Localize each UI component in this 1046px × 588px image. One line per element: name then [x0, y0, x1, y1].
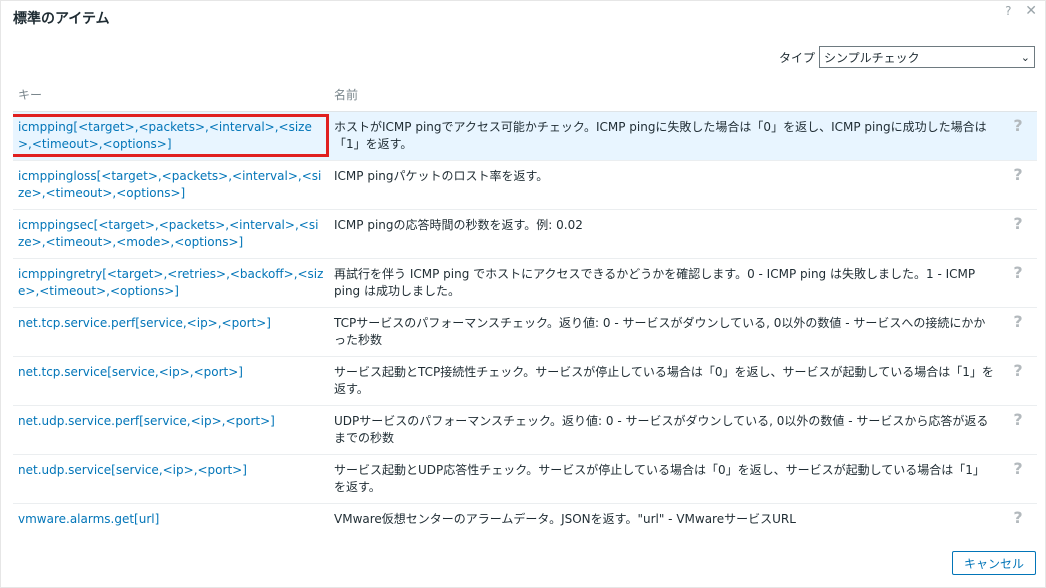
table-row[interactable]: icmppingloss[<target>,<packets>,<interva…	[13, 160, 1037, 210]
table-row[interactable]: net.udp.service[service,<ip>,<port>] サービ…	[13, 454, 1037, 504]
help-icon[interactable]: ?	[999, 111, 1037, 161]
item-key-link[interactable]: vmware.alarms.get[url]	[13, 503, 329, 536]
help-icon[interactable]: ?	[999, 160, 1037, 210]
chevron-down-icon: ⌄	[1020, 50, 1030, 64]
type-select[interactable]: シンプルチェック ⌄	[819, 46, 1035, 68]
item-name: TCPサービスのパフォーマンスチェック。返り値: 0 - サービスがダウンしてい…	[329, 307, 999, 357]
items-table-container[interactable]: キー 名前 icmpping[<target>,<packets>,<inter…	[13, 81, 1037, 536]
item-name: サービス起動とUDP応答性チェック。サービスが停止している場合は「0」を返し、サ…	[329, 454, 999, 504]
table-row[interactable]: icmpping[<target>,<packets>,<interval>,<…	[13, 111, 1037, 161]
item-key-link[interactable]: icmppingloss[<target>,<packets>,<interva…	[13, 160, 329, 210]
table-row[interactable]: net.udp.service.perf[service,<ip>,<port>…	[13, 405, 1037, 455]
item-key-link[interactable]: net.udp.service[service,<ip>,<port>]	[13, 454, 329, 504]
item-name: ICMP pingの応答時間の秒数を返す。例: 0.02	[329, 209, 999, 259]
item-name: ICMP pingパケットのロスト率を返す。	[329, 160, 999, 210]
item-name: VMware仮想センターのアラームデータ。JSONを返す。"url" - VMw…	[329, 503, 999, 536]
table-header-row: キー 名前	[13, 81, 1037, 112]
items-table: キー 名前 icmpping[<target>,<packets>,<inter…	[13, 81, 1037, 536]
table-row[interactable]: vmware.alarms.get[url] VMware仮想センターのアラーム…	[13, 503, 1037, 536]
type-select-value: シンプルチェック	[824, 50, 920, 65]
item-name: UDPサービスのパフォーマンスチェック。返り値: 0 - サービスがダウンしてい…	[329, 405, 999, 455]
item-name: サービス起動とTCP接続性チェック。サービスが停止している場合は「0」を返し、サ…	[329, 356, 999, 406]
help-icon[interactable]: ?	[999, 356, 1037, 406]
column-header-help	[999, 81, 1037, 112]
help-icon[interactable]: ?	[1005, 4, 1011, 18]
item-key-link[interactable]: net.udp.service.perf[service,<ip>,<port>…	[13, 405, 329, 455]
item-key-link[interactable]: net.tcp.service.perf[service,<ip>,<port>…	[13, 307, 329, 357]
item-key-link[interactable]: net.tcp.service[service,<ip>,<port>]	[13, 356, 329, 406]
item-key-text[interactable]: icmpping[<target>,<packets>,<interval>,<…	[18, 120, 312, 151]
table-row[interactable]: net.tcp.service.perf[service,<ip>,<port>…	[13, 307, 1037, 357]
item-key-link[interactable]: icmpping[<target>,<packets>,<interval>,<…	[13, 111, 329, 161]
column-header-name: 名前	[329, 81, 999, 112]
item-key-link[interactable]: icmppingsec[<target>,<packets>,<interval…	[13, 209, 329, 259]
help-icon[interactable]: ?	[999, 307, 1037, 357]
column-header-key: キー	[13, 81, 329, 112]
item-name: 再試行を伴う ICMP ping でホストにアクセスできるかどうかを確認します。…	[329, 258, 999, 308]
standard-items-dialog: 標準のアイテム ? ✕ タイプ シンプルチェック ⌄ キー 名前 icmppin…	[0, 0, 1046, 588]
type-filter-label: タイプ	[778, 50, 815, 65]
help-icon[interactable]: ?	[999, 209, 1037, 259]
table-row[interactable]: icmppingsec[<target>,<packets>,<interval…	[13, 209, 1037, 259]
dialog-header-icons: ? ✕	[995, 3, 1037, 19]
table-row[interactable]: icmppingretry[<target>,<retries>,<backof…	[13, 258, 1037, 308]
help-icon[interactable]: ?	[999, 454, 1037, 504]
help-icon[interactable]: ?	[999, 405, 1037, 455]
help-icon[interactable]: ?	[999, 258, 1037, 308]
help-icon[interactable]: ?	[999, 503, 1037, 536]
type-filter: タイプ シンプルチェック ⌄	[779, 46, 1035, 68]
table-row[interactable]: net.tcp.service[service,<ip>,<port>] サービ…	[13, 356, 1037, 406]
dialog-title: 標準のアイテム	[13, 11, 110, 27]
item-key-link[interactable]: icmppingretry[<target>,<retries>,<backof…	[13, 258, 329, 308]
close-icon[interactable]: ✕	[1025, 3, 1037, 19]
cancel-button[interactable]: キャンセル	[952, 551, 1036, 575]
item-name: ホストがICMP pingでアクセス可能かチェック。ICMP pingに失敗した…	[329, 111, 999, 161]
